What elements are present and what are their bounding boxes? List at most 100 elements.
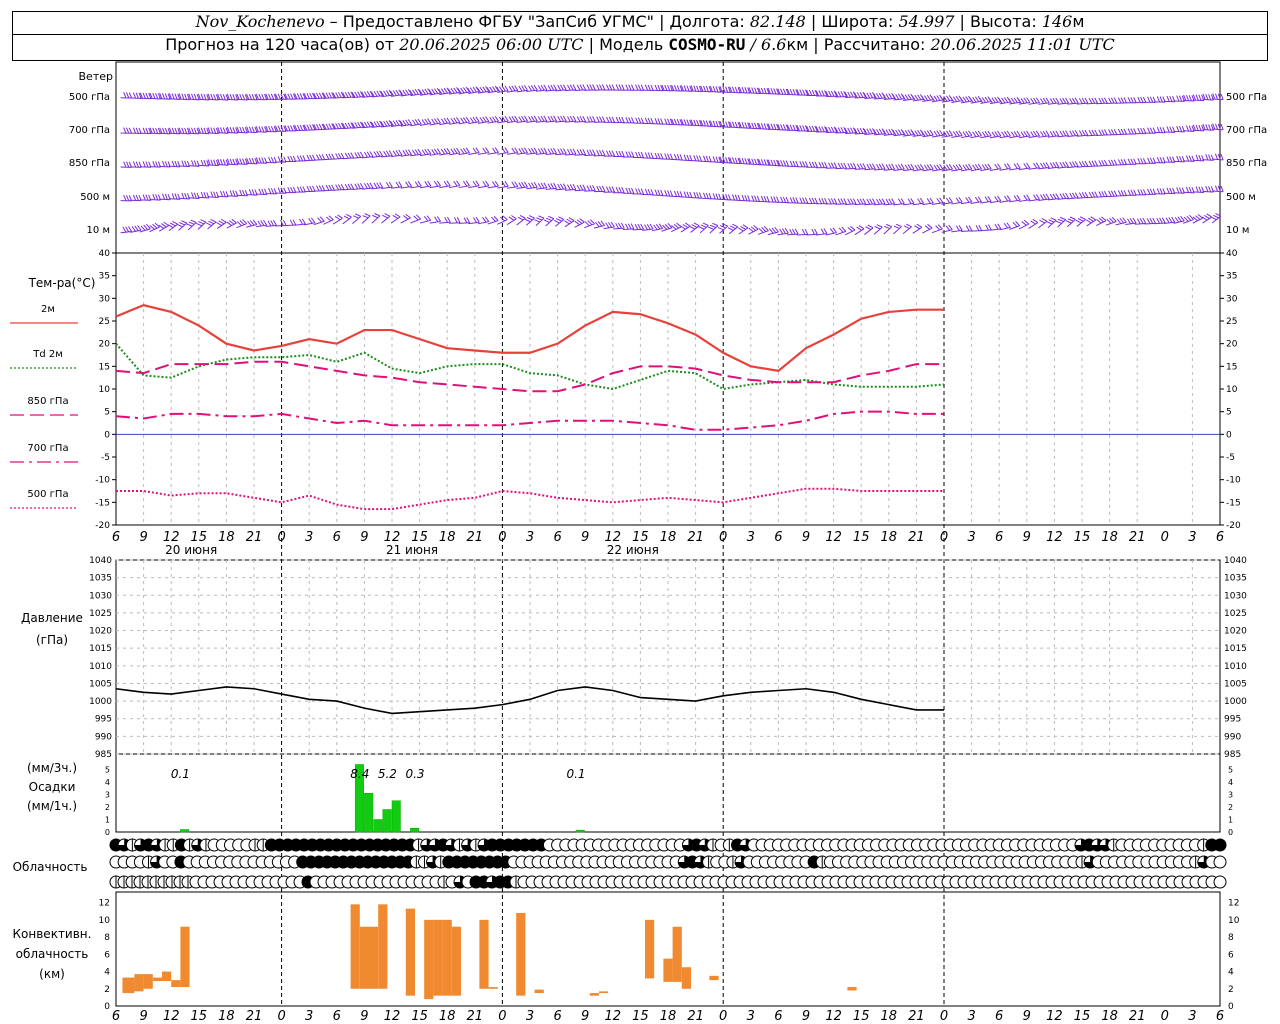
wind-barb [1028, 162, 1040, 170]
wind-barb-flag [799, 125, 803, 132]
wind-barb [651, 152, 664, 160]
wind-barb-flag [828, 126, 832, 133]
wind-barb-flag [299, 186, 304, 193]
wind-barb-flag [530, 115, 535, 122]
wind-barb-flag [773, 123, 777, 130]
wind-barb-flag [200, 219, 207, 223]
wind-barb [642, 223, 654, 231]
wind-barb-flag [1023, 163, 1028, 169]
wind-barb-flag [872, 163, 876, 170]
wind-barb [1096, 190, 1108, 198]
temp-ytick-label-right: 0 [1226, 430, 1232, 440]
wind-barb-flag [952, 96, 958, 102]
wind-barb-flag [1136, 218, 1141, 225]
wind-barb-flag [850, 198, 854, 205]
wind-barb-flag [897, 164, 902, 170]
temp-xtick-label: 9 [1023, 530, 1031, 545]
wind-barb [883, 223, 893, 235]
wind-barb [698, 222, 709, 234]
wind-barb-flag [1055, 193, 1060, 199]
wind-barb-shaft [825, 232, 837, 236]
wind-barb-flag [475, 216, 480, 223]
wind-barb-flag [321, 185, 326, 191]
wind-barb-flag [155, 127, 159, 134]
wind-barb [1038, 193, 1050, 201]
wind-barb-flag [1010, 97, 1016, 104]
wind-barb-flag [653, 224, 658, 230]
wind-barb [236, 189, 248, 197]
wind-barb-flag [808, 125, 813, 132]
wind-barb-flag [608, 186, 613, 193]
wind-barb-flag [802, 125, 806, 132]
wind-barb-flag [135, 127, 139, 134]
conv-title-2: облачность [16, 947, 89, 961]
wind-barb-flag [640, 84, 645, 91]
wind-barb-flag [978, 225, 983, 231]
wind-barb-flag [354, 91, 359, 98]
wind-barb-flag [988, 97, 993, 104]
wind-barb-shaft [912, 202, 924, 206]
wind-barb-flag [164, 93, 168, 100]
conv-xtick-label: 3 [526, 1009, 534, 1024]
wind-barb [120, 226, 132, 234]
wind-barb-flag [795, 160, 799, 167]
wind-barb-shaft [410, 185, 422, 189]
wind-barb [911, 129, 925, 137]
wind-barb-flag [1081, 160, 1086, 167]
pressure-ytick-label-right: 1040 [1224, 556, 1247, 566]
wind-barb-shaft [999, 167, 1011, 171]
wind-barb-shaft [941, 202, 953, 205]
day-label: 20 июня [165, 543, 217, 557]
wind-barb-flag [533, 115, 538, 122]
wind-barb-flag [885, 93, 890, 100]
wind-barb-flag [596, 84, 600, 91]
wind-barb-flag [528, 182, 533, 189]
wind-barb-flag [511, 116, 516, 122]
wind-barb-flag [1085, 219, 1092, 224]
wind-barb [632, 223, 644, 231]
wind-barb-flag [162, 93, 166, 100]
wind-barb [980, 163, 992, 172]
wind-barb-flag [385, 150, 390, 157]
wind-barb-flag [123, 195, 127, 201]
wind-barb-flag [972, 164, 977, 171]
wind-barb-flag [605, 222, 610, 229]
wind-barb-flag [258, 93, 262, 100]
wind-barb [159, 193, 171, 201]
wind-barb-flag [718, 193, 722, 200]
wind-barb-flag [318, 123, 323, 130]
wind-barb [892, 129, 905, 137]
wind-barb-flag [1195, 94, 1199, 101]
wind-barb [680, 191, 693, 199]
wind-barb-flag [421, 89, 426, 95]
wind-barb-flag [637, 117, 642, 124]
wind-barb-flag [258, 157, 262, 164]
wind-barb [149, 194, 162, 201]
wind-barb-flag [239, 189, 243, 196]
wind-barb-flag [696, 119, 700, 126]
wind-barb-flag [669, 190, 674, 197]
wind-barb-flag [277, 187, 282, 194]
wind-barb-flag [962, 164, 967, 171]
wind-barb-flag [1176, 187, 1180, 194]
wind-barb-flag [519, 214, 526, 219]
wind-barb-flag [776, 196, 780, 203]
wind-barb [207, 127, 219, 135]
wind-barb-shaft [390, 216, 401, 224]
wind-barb-flag [572, 148, 577, 155]
wind-barb-flag [181, 93, 185, 100]
wind-barb [1038, 162, 1050, 170]
wind-barb-flag [592, 116, 596, 122]
wind-barb-flag [753, 225, 759, 230]
conv-bar [424, 919, 434, 1000]
conv-bar [847, 987, 857, 991]
wind-barb-flag [523, 85, 528, 91]
wind-barb-flag [1003, 97, 1009, 103]
wind-barb-flag [162, 193, 166, 200]
wind-barb-flag [414, 119, 419, 125]
wind-barb-flag [1166, 187, 1170, 194]
wind-barb-flag [789, 197, 793, 204]
conv-bar [589, 993, 599, 996]
wind-barb-flag [482, 116, 487, 123]
wind-barb-flag [239, 158, 243, 165]
